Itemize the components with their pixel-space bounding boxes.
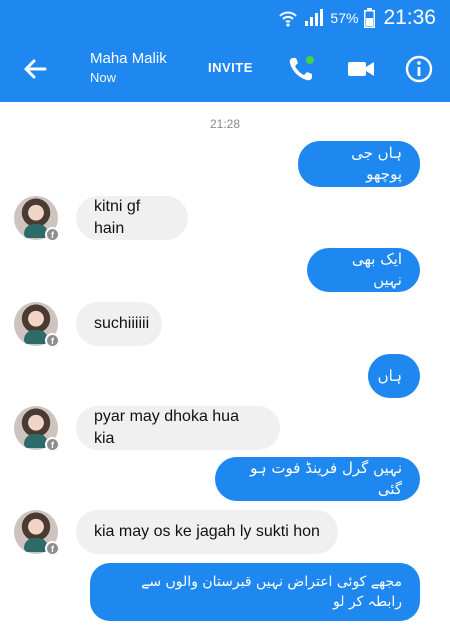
message-text: ہاں جی پوچھو — [351, 144, 402, 183]
message-text: ایک بھی نہیں — [351, 250, 402, 289]
phone-icon[interactable] — [286, 54, 316, 84]
incoming-message[interactable]: suchiiiiii — [76, 302, 162, 346]
status-indicators: 57% 21:36 — [278, 6, 436, 30]
message-text: ہاں — [377, 366, 402, 385]
facebook-icon: f — [45, 541, 60, 556]
facebook-icon: f — [45, 227, 60, 242]
battery-icon — [364, 8, 376, 28]
facebook-icon: f — [45, 333, 60, 348]
incoming-message[interactable]: kitni gf hain — [76, 196, 188, 240]
message-timestamp: 21:28 — [209, 117, 241, 131]
status-bar: 57% 21:36 — [0, 0, 450, 36]
contact-name[interactable]: Maha Malik — [90, 50, 167, 67]
battery-percentage: 57% — [330, 10, 359, 26]
conversation-header: Maha Malik Now INVITE — [0, 36, 450, 102]
video-camera-icon[interactable] — [346, 56, 376, 82]
incoming-message[interactable]: pyar may dhoka hua kia — [76, 406, 280, 450]
online-dot — [306, 56, 314, 64]
message-text: suchiiiiii — [94, 314, 150, 332]
outgoing-message[interactable]: ایک بھی نہیں — [307, 248, 420, 292]
avatar[interactable]: f — [14, 510, 60, 556]
info-icon[interactable] — [404, 54, 434, 84]
wifi-icon — [279, 11, 298, 27]
avatar[interactable]: f — [14, 302, 60, 348]
message-text: pyar may dhoka hua kia — [94, 407, 239, 447]
outgoing-message[interactable]: ہاں جی پوچھو — [298, 141, 420, 187]
invite-button[interactable]: INVITE — [208, 60, 253, 75]
facebook-icon: f — [45, 437, 60, 452]
message-text: نہیں گرل فرینڈ فوت ہو گئی — [250, 459, 402, 498]
avatar[interactable]: f — [14, 196, 60, 242]
message-text: kia may os ke jagah ly sukti hon — [94, 522, 320, 540]
message-text: مجھے کوئی اعتراض نہیں قبرستان والوں سے ر… — [141, 573, 402, 610]
clock: 21:36 — [383, 6, 436, 29]
avatar[interactable]: f — [14, 406, 60, 452]
arrow-left-icon[interactable] — [20, 54, 50, 84]
signal-icon — [305, 9, 324, 26]
message-text: kitni gf hain — [94, 197, 141, 237]
message-list[interactable]: 21:28 ہاں جی پوچھو f kitni gf hain ایک ب… — [0, 102, 450, 629]
incoming-message[interactable]: kia may os ke jagah ly sukti hon — [76, 510, 338, 554]
outgoing-message[interactable]: نہیں گرل فرینڈ فوت ہو گئی — [215, 457, 420, 501]
outgoing-message[interactable]: ہاں — [368, 354, 420, 398]
outgoing-message[interactable]: مجھے کوئی اعتراض نہیں قبرستان والوں سے ر… — [90, 563, 420, 621]
contact-status: Now — [90, 70, 117, 85]
